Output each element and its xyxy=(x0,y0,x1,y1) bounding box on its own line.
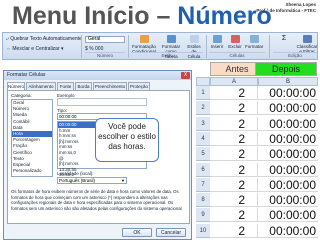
insert-button[interactable]: Inserir xyxy=(209,35,225,49)
cell-a[interactable]: 2 xyxy=(210,86,258,100)
ribbon: ⤶ Quebrar Texto Automaticamente ⇔ Mescla… xyxy=(2,32,318,60)
corner-cell[interactable] xyxy=(196,77,210,86)
number-format-select[interactable]: Geral xyxy=(85,36,125,43)
table-icon xyxy=(166,35,176,43)
ribbon-divider xyxy=(269,35,270,58)
category-list[interactable]: Geral Número Moeda Contábil Data Hora Porcenta… xyxy=(11,99,53,177)
cell-b[interactable]: 00:00:00 xyxy=(258,193,318,208)
sort-filter-icon xyxy=(302,35,312,43)
number-format-value: Geral xyxy=(88,36,101,42)
autosum-button[interactable]: Σ xyxy=(273,35,295,43)
cell-a[interactable]: 2 xyxy=(210,162,258,177)
tab-2[interactable]: Fonte xyxy=(57,82,74,90)
callout-note: Você pode escolher o estilo das horas. xyxy=(95,118,159,162)
cell-b[interactable]: 00:00:00 xyxy=(258,147,318,162)
row-header[interactable]: 2 xyxy=(196,101,210,116)
cancel-button[interactable]: Cancelar xyxy=(156,228,186,237)
sample-box xyxy=(57,98,147,106)
format-button[interactable]: Formatar xyxy=(245,35,263,49)
row-header[interactable]: 6 xyxy=(196,162,210,177)
cell-a[interactable]: 2 xyxy=(210,131,258,146)
format-icon xyxy=(249,35,259,43)
cell-b[interactable]: 00:00:00 xyxy=(258,178,318,192)
cell-b[interactable]: 00:00:00 xyxy=(258,163,318,177)
delete-icon xyxy=(230,35,240,43)
tab-1[interactable]: Alinhamento xyxy=(26,82,56,90)
wrap-text-label: Quebrar Texto Automaticamente xyxy=(10,36,82,42)
cell-b[interactable]: 00:00:00 xyxy=(258,224,318,238)
row-header[interactable]: 8 xyxy=(196,193,210,208)
row-header[interactable]: 4 xyxy=(196,131,210,146)
author-role: Prof.ª de Informática - FTEC xyxy=(256,8,316,13)
tab-4[interactable]: Preenchimento xyxy=(93,82,127,90)
row-header[interactable]: 3 xyxy=(196,116,210,131)
tab-5[interactable]: Proteção xyxy=(128,82,150,90)
cell-styles-icon xyxy=(189,35,199,43)
row-header[interactable]: 10 xyxy=(196,223,210,238)
cell-a[interactable]: 2 xyxy=(210,193,258,208)
group-editing-label: Edição xyxy=(273,52,317,58)
format-label: Formatar xyxy=(245,44,264,49)
dialog-titlebar: Formatar Células X xyxy=(4,71,191,80)
ribbon-divider xyxy=(206,35,207,58)
column-header-b[interactable]: B xyxy=(258,77,318,86)
chevron-down-icon: ▾ xyxy=(59,46,64,52)
delete-label: Excluir xyxy=(228,44,242,49)
locale-label: Localidade (local): xyxy=(57,171,94,176)
row-header[interactable]: 5 xyxy=(196,147,210,162)
locale-value: Português (Brasil) xyxy=(59,178,96,183)
cell-b[interactable]: 00:00:00 xyxy=(258,132,318,146)
category-item[interactable]: Personalizado xyxy=(12,168,52,174)
group-styles-label: Estilo xyxy=(131,52,203,58)
group-number-label: Número xyxy=(85,52,125,58)
author-credit: Sheena Lopes Prof.ª de Informática - FTE… xyxy=(256,2,316,14)
cell-a[interactable]: 2 xyxy=(210,208,258,223)
row-header[interactable]: 1 xyxy=(196,86,210,100)
row-header[interactable]: 9 xyxy=(196,208,210,223)
tab-3[interactable]: Borda xyxy=(75,82,92,90)
close-button[interactable]: X xyxy=(181,72,190,79)
cell-b[interactable]: 00:00:00 xyxy=(258,86,318,100)
cell-a[interactable]: 2 xyxy=(210,223,258,238)
merge-center-label: Mesclar e Centralizar xyxy=(12,46,60,52)
ribbon-divider xyxy=(128,35,129,58)
chevron-down-icon: ▼ xyxy=(121,178,125,183)
slide-title-prefix: Menu Início – xyxy=(12,2,178,30)
cell-a[interactable]: 2 xyxy=(210,116,258,131)
group-cells-label: Células xyxy=(209,52,265,58)
header-after: Depois xyxy=(255,62,317,76)
conditional-format-icon xyxy=(139,35,149,43)
locale-select[interactable]: Português (Brasil) ▼ xyxy=(57,177,127,184)
slide-title: Menu Início – Número xyxy=(12,2,272,31)
insert-label: Inserir xyxy=(210,44,224,49)
wrap-text-button[interactable]: ⤶ Quebrar Texto Automaticamente xyxy=(6,36,82,42)
column-header-a[interactable]: A xyxy=(210,77,258,86)
merge-center-button[interactable]: ⇔ Mesclar e Centralizar ▾ xyxy=(6,46,64,52)
ok-button[interactable]: OK xyxy=(122,228,152,237)
cell-a[interactable]: 2 xyxy=(210,177,258,192)
cell-b[interactable]: 00:00:00 xyxy=(258,101,318,116)
cell-b[interactable]: 00:00:00 xyxy=(258,117,318,131)
delete-button[interactable]: Excluir xyxy=(227,35,243,49)
ribbon-divider xyxy=(81,35,82,58)
sigma-icon: Σ xyxy=(281,35,287,42)
row-header[interactable]: 7 xyxy=(196,177,210,192)
format-description: Os formatos de hora exibem números de sé… xyxy=(11,189,183,211)
category-label: Categoria: xyxy=(11,93,32,98)
cell-a[interactable]: 2 xyxy=(210,147,258,162)
dialog-title: Formatar Células xyxy=(7,72,46,78)
insert-icon xyxy=(212,35,222,43)
cell-b[interactable]: 00:00:00 xyxy=(258,208,318,223)
cell-a[interactable]: 2 xyxy=(210,101,258,116)
